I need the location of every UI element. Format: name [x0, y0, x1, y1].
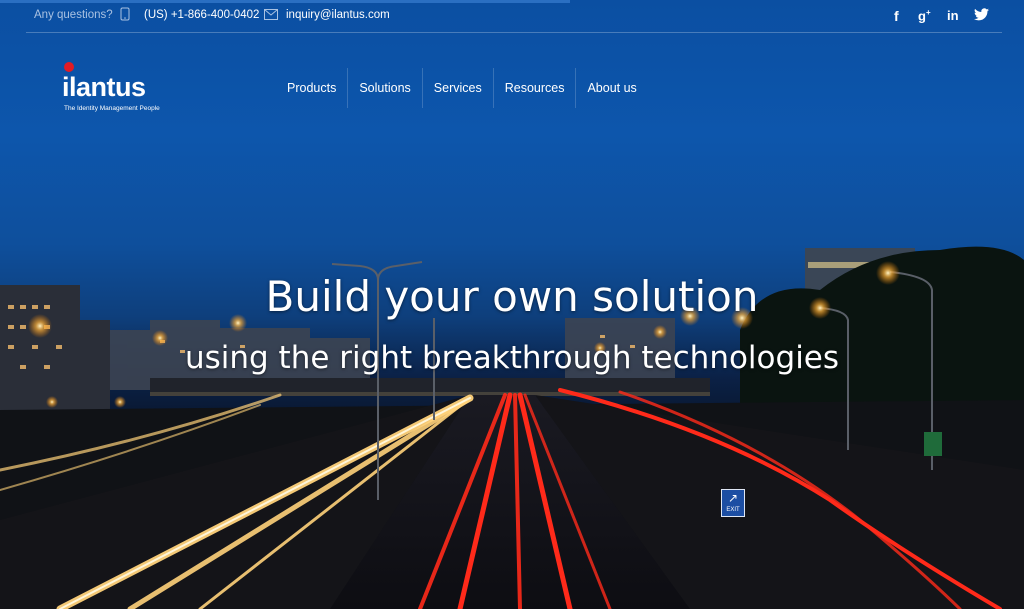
hero-subheadline: using the right breakthrough technologie…: [184, 340, 840, 376]
nav-item-services[interactable]: Services: [421, 68, 493, 108]
phone-icon: [120, 7, 130, 21]
linkedin-icon[interactable]: in: [947, 8, 959, 23]
nav-item-resources[interactable]: Resources: [492, 68, 576, 108]
main-nav: Products Solutions Services Resources Ab…: [276, 68, 648, 108]
facebook-icon[interactable]: f: [894, 8, 899, 24]
google-plus-icon[interactable]: g+: [918, 8, 931, 23]
phone-number-link[interactable]: (US) +1-866-400-0402: [144, 9, 259, 21]
logo-wordmark: ilantus: [62, 72, 146, 102]
exit-sign: ↗ EXIT: [721, 489, 745, 517]
email-icon: [264, 9, 278, 20]
exit-sign-text: EXIT: [726, 507, 740, 513]
logo-tagline: The Identity Management People: [64, 105, 160, 112]
email-link[interactable]: inquiry@ilantus.com: [286, 9, 390, 21]
top-contact-bar: Any questions? (US) +1-866-400-0402 inqu…: [0, 0, 1024, 33]
ilantus-logo[interactable]: ilantus The Identity Management People: [62, 62, 182, 118]
nav-item-about-us[interactable]: About us: [575, 68, 647, 108]
twitter-icon[interactable]: [974, 8, 989, 24]
hero-headline: Build your own solution: [265, 272, 759, 321]
questions-label: Any questions?: [34, 9, 113, 21]
nav-item-products[interactable]: Products: [276, 68, 347, 108]
nav-item-solutions[interactable]: Solutions: [347, 68, 421, 108]
topbar-divider: [26, 32, 1002, 33]
logo-red-dot: [64, 62, 74, 72]
